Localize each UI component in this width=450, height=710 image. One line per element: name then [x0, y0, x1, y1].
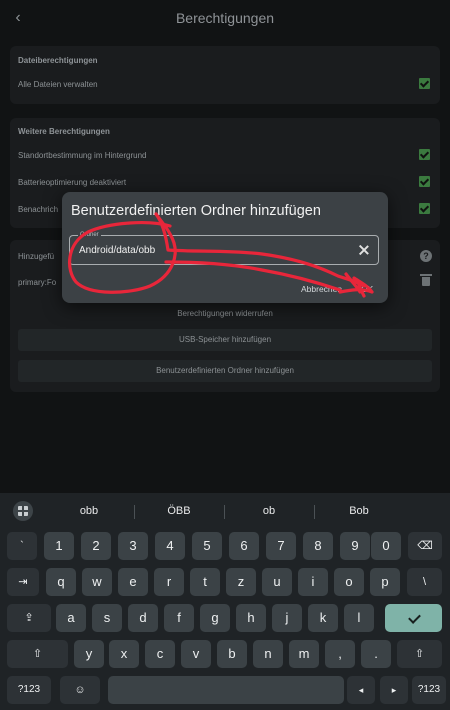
other-permissions-heading: Weitere Berechtigungen	[18, 127, 110, 136]
key-g[interactable]: g	[200, 604, 230, 632]
key-y[interactable]: y	[74, 640, 104, 668]
key-b[interactable]: b	[217, 640, 247, 668]
key-x[interactable]: x	[109, 640, 139, 668]
key-4[interactable]: 4	[155, 532, 185, 560]
permission-label: Alle Dateien verwalten	[18, 80, 98, 89]
help-icon[interactable]: ?	[420, 250, 432, 262]
folder-input[interactable]	[79, 243, 339, 257]
folder-item: primary:Fo	[18, 278, 57, 287]
key-comma[interactable]: ,	[325, 640, 355, 668]
permission-row-battery-optimization[interactable]: Batterieoptimierung deaktiviert	[18, 176, 432, 190]
key-n[interactable]: n	[253, 640, 283, 668]
key-z[interactable]: z	[226, 568, 256, 596]
key-w[interactable]: w	[82, 568, 112, 596]
tab-key-icon[interactable]: ⇥	[7, 568, 39, 596]
caps-lock-key-icon[interactable]: ⇪	[7, 604, 51, 632]
key-period[interactable]: .	[361, 640, 391, 668]
key-e[interactable]: e	[118, 568, 148, 596]
key-2[interactable]: 2	[81, 532, 111, 560]
key-1[interactable]: 1	[44, 532, 74, 560]
space-key[interactable]	[108, 676, 344, 704]
key-backtick[interactable]: `	[7, 532, 37, 560]
key-3[interactable]: 3	[118, 532, 148, 560]
checkbox-checked-icon[interactable]	[419, 203, 430, 214]
key-f[interactable]: f	[164, 604, 194, 632]
checkbox-checked-icon[interactable]	[419, 149, 430, 160]
shift-right-key-icon[interactable]: ⇧	[397, 640, 442, 668]
add-usb-storage-button[interactable]: USB-Speicher hinzufügen	[18, 329, 432, 351]
key-r[interactable]: r	[154, 568, 184, 596]
folder-field-label: Ordner	[78, 231, 101, 239]
symbols-key-left[interactable]: ?123	[7, 676, 51, 704]
permission-label: Benachrich	[18, 205, 59, 214]
key-c[interactable]: c	[145, 640, 175, 668]
keyboard-menu-grid-icon[interactable]	[13, 501, 33, 521]
permission-row-manage-files[interactable]: Alle Dateien verwalten	[18, 78, 432, 92]
arrow-right-key-icon[interactable]: ▸	[380, 676, 408, 704]
suggestion-4[interactable]: Bob	[314, 505, 404, 517]
key-u[interactable]: u	[262, 568, 292, 596]
key-l[interactable]: l	[344, 604, 374, 632]
key-k[interactable]: k	[308, 604, 338, 632]
key-backslash[interactable]: \	[407, 568, 442, 596]
add-custom-folder-dialog: Benutzerdefinierten Ordner hinzufügen Or…	[62, 192, 388, 303]
ok-button[interactable]: OK	[361, 284, 373, 294]
suggestion-3[interactable]: ob	[224, 505, 314, 517]
key-i[interactable]: i	[298, 568, 328, 596]
trash-icon[interactable]	[420, 274, 432, 286]
added-folders-heading: Hinzugefü	[18, 252, 55, 261]
key-j[interactable]: j	[272, 604, 302, 632]
key-6[interactable]: 6	[229, 532, 259, 560]
file-permissions-heading: Dateiberechtigungen	[18, 56, 98, 65]
suggestion-2[interactable]: ÖBB	[134, 505, 224, 517]
key-h[interactable]: h	[236, 604, 266, 632]
on-screen-keyboard: obb ÖBB ob Bob ` 1 2 3 4 5 6 7 8 9 0 ⌫ ⇥…	[0, 493, 450, 710]
app-bar: ‹ Berechtigungen	[0, 0, 450, 36]
dialog-title: Benutzerdefinierten Ordner hinzufügen	[71, 203, 321, 219]
key-8[interactable]: 8	[303, 532, 333, 560]
key-q[interactable]: q	[46, 568, 76, 596]
folder-field[interactable]: Ordner	[69, 231, 379, 265]
key-9[interactable]: 9	[340, 532, 370, 560]
emoji-key-icon[interactable]: ☺	[60, 676, 100, 704]
file-permissions-card: Dateiberechtigungen Alle Dateien verwalt…	[10, 46, 440, 104]
backspace-key-icon[interactable]: ⌫	[408, 532, 442, 560]
key-m[interactable]: m	[289, 640, 319, 668]
symbols-key-right[interactable]: ?123	[412, 676, 446, 704]
arrow-left-key-icon[interactable]: ◂	[347, 676, 375, 704]
key-o[interactable]: o	[334, 568, 364, 596]
permission-row-background-location[interactable]: Standortbestimmung im Hintergrund	[18, 149, 432, 163]
suggestion-bar: obb ÖBB ob Bob	[0, 493, 450, 525]
key-5[interactable]: 5	[192, 532, 222, 560]
enter-check-key-icon[interactable]	[385, 604, 442, 632]
permission-label: Standortbestimmung im Hintergrund	[18, 151, 147, 160]
permission-label: Batterieoptimierung deaktiviert	[18, 178, 127, 187]
key-s[interactable]: s	[92, 604, 122, 632]
add-custom-folder-button[interactable]: Benutzerdefinierten Ordner hinzufügen	[18, 360, 432, 382]
key-t[interactable]: t	[190, 568, 220, 596]
cancel-button[interactable]: Abbrechen	[301, 284, 342, 294]
key-7[interactable]: 7	[266, 532, 296, 560]
key-0[interactable]: 0	[371, 532, 401, 560]
shift-left-key-icon[interactable]: ⇧	[7, 640, 68, 668]
key-v[interactable]: v	[181, 640, 211, 668]
key-d[interactable]: d	[128, 604, 158, 632]
suggestion-1[interactable]: obb	[44, 505, 134, 517]
checkbox-checked-icon[interactable]	[419, 176, 430, 187]
page-title: Berechtigungen	[175, 10, 275, 26]
key-p[interactable]: p	[370, 568, 400, 596]
clear-icon[interactable]	[357, 243, 371, 257]
checkbox-checked-icon[interactable]	[419, 78, 430, 89]
key-a[interactable]: a	[56, 604, 86, 632]
revoke-permissions-button[interactable]: Berechtigungen widerrufen	[10, 309, 440, 318]
